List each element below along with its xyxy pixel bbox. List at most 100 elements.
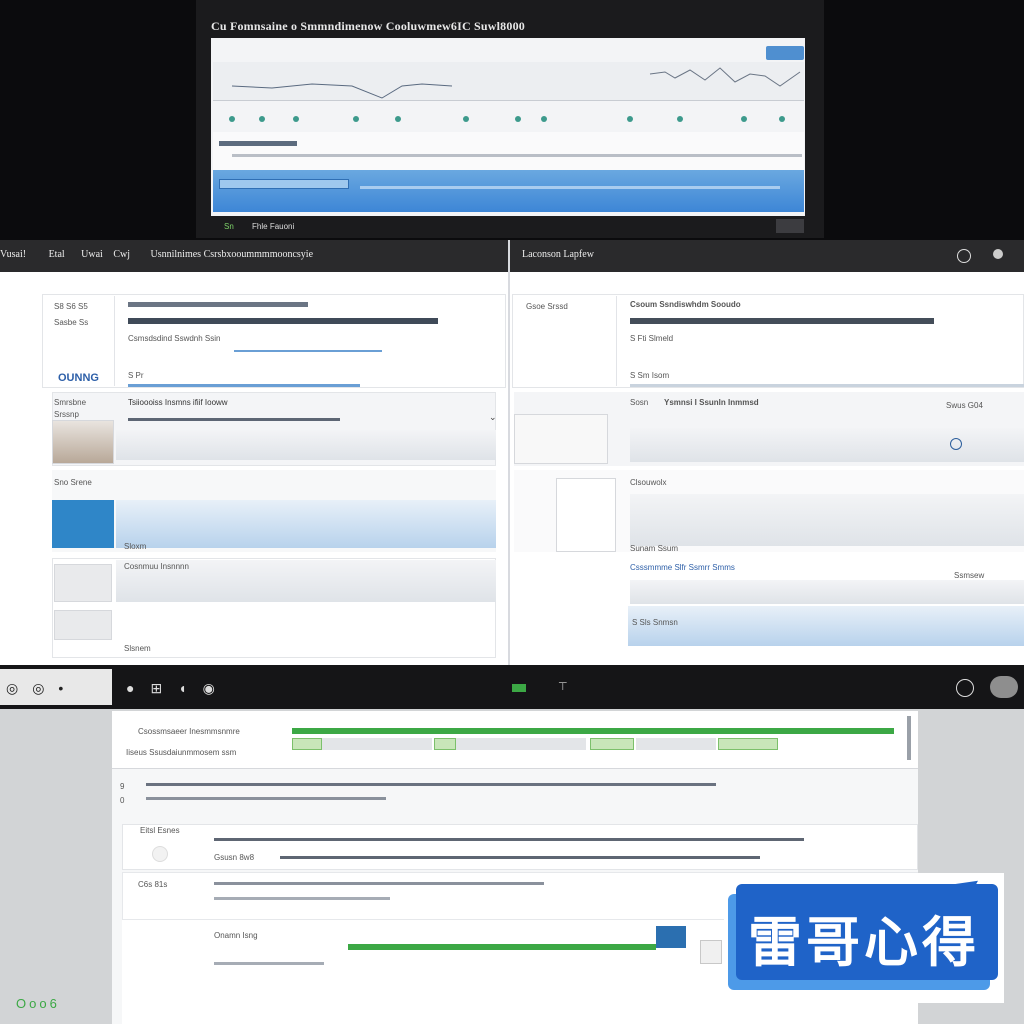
bottom-section-2-text-2	[214, 897, 390, 900]
toolbar-center-icon[interactable]: ⊤	[558, 680, 568, 693]
top-window-title: Cu Fomnsaine o Smmndimenow Cooluwmew6IC …	[211, 19, 525, 33]
left-row-2-sublabel: Srssnp	[54, 410, 79, 419]
tab-uwai[interactable]: Uwai	[81, 249, 103, 260]
panel-splitter[interactable]	[508, 240, 510, 665]
right-row-2-label: Sosn	[630, 398, 649, 407]
left-row-2-thumbnail	[52, 420, 114, 464]
top-status-button[interactable]	[776, 219, 804, 233]
left-row-4-text: Slsnem	[124, 644, 151, 653]
right-row-1[interactable]	[512, 294, 1024, 388]
top-text-line	[219, 141, 297, 146]
right-row-3-text: Sunam Ssum	[630, 544, 679, 553]
watermark-text: 雷哥心得	[748, 911, 980, 974]
bottom-row-number-2: 0	[120, 796, 125, 805]
left-row-2-text: Tsiioooiss Insmns ifiif Iooww	[128, 398, 228, 407]
toolbar-icons-left[interactable]: ◎◎•	[6, 680, 77, 697]
right-row-3-thumbnail	[556, 478, 616, 552]
bottom-indicator: Ooo6	[16, 996, 60, 1011]
right-row-2-band	[630, 428, 1024, 462]
left-row-1-badge: OUNNG	[58, 372, 99, 384]
bottom-field-2[interactable]	[456, 738, 586, 750]
left-row-2-label: Smrsbne	[54, 398, 87, 407]
bottom-chip-3[interactable]	[590, 738, 634, 750]
right-row-1-tag: S Sm Isom	[630, 371, 670, 380]
tab-cwj[interactable]: Cwj	[113, 249, 130, 260]
top-selected-row[interactable]	[213, 170, 804, 212]
toolbar-settings-icon[interactable]	[956, 679, 974, 697]
left-row-1-sublabel: Sasbe Ss	[54, 318, 89, 327]
bottom-section-3-progress	[348, 944, 656, 950]
bottom-chip-2[interactable]	[434, 738, 456, 750]
left-row-3-band	[116, 500, 496, 548]
toolbar-icons-mid[interactable]: ●⊞◖◉	[126, 680, 231, 697]
right-row-2-circle-icon[interactable]	[950, 438, 962, 450]
right-row-2-value: Swus G04	[946, 401, 983, 410]
bottom-section-1[interactable]	[122, 824, 918, 870]
right-row-4-selected[interactable]	[628, 606, 1024, 646]
bottom-header-left-2: Iiseus Ssusdaiunmmosem ssm	[126, 748, 237, 757]
bottom-section-3-text	[214, 962, 324, 965]
bottom-text-line	[146, 797, 386, 800]
left-row-2-line	[128, 418, 340, 421]
left-row-1-text	[128, 318, 438, 324]
top-status-right-text: Fhle Fauoni	[252, 222, 295, 231]
middle-right-title: Laconson Lapfew	[522, 249, 594, 260]
window-circle-icon[interactable]	[957, 249, 971, 263]
right-row-4-label: Csssmmme Slfr Ssmrr Smms	[630, 563, 735, 572]
tab-etal[interactable]: Etal	[49, 249, 65, 260]
bottom-section-3-icon-box[interactable]	[700, 940, 722, 964]
right-row-1-heading: Csoum Ssndiswhdm Sooudo	[630, 300, 741, 309]
right-row-1-underline	[630, 384, 1024, 387]
bottom-progress-bar	[292, 728, 894, 734]
top-marker-row	[229, 116, 785, 122]
top-text-area	[213, 132, 804, 170]
bottom-chip-4[interactable]	[718, 738, 778, 750]
bottom-scrollbar[interactable]	[907, 716, 911, 760]
bottom-chip-1[interactable]	[292, 738, 322, 750]
right-row-1-detail: S Fti Slmeld	[630, 334, 674, 343]
right-row-3-label: Clsouwolx	[630, 478, 667, 487]
bottom-section-3-badge	[656, 926, 686, 948]
left-row-4-label: Cosnmuu Insnnnn	[124, 562, 189, 571]
left-row-3-text: Sloxm	[124, 542, 147, 551]
left-row-4-thumbnail-2	[54, 610, 112, 640]
chevron-down-icon[interactable]: ⌄	[489, 412, 497, 423]
top-selected-text	[360, 186, 780, 189]
top-status-bar: Sn Fhle Fauoni	[224, 222, 294, 231]
bottom-section-1-label: Eitsl Esnes	[140, 826, 180, 835]
middle-window-tabs: Vusai! Etal Uwai Cwj Usnnilnimes Csrsbxo…	[0, 249, 313, 260]
left-col-divider	[114, 296, 115, 386]
left-row-2-band	[116, 430, 496, 460]
bottom-section-1-text	[214, 838, 804, 841]
left-row-3-label: Sno Srene	[54, 478, 92, 487]
left-row-1[interactable]	[42, 294, 506, 388]
top-action-button[interactable]	[766, 46, 804, 60]
top-status-left: Sn	[224, 222, 234, 231]
right-row-2-thumbnail	[514, 414, 608, 464]
right-row-1-text	[630, 318, 934, 324]
tab-vusai[interactable]: Vusai!	[0, 249, 26, 260]
bottom-section-1-avatar	[152, 846, 168, 862]
bottom-row-number-1: 9	[120, 782, 125, 791]
bottom-section-2-label: C6s 81s	[138, 880, 168, 889]
top-sparkline-right	[649, 67, 801, 87]
top-divider	[213, 100, 804, 101]
bottom-section-3-label: Onamn Isng	[214, 931, 258, 940]
left-row-1-progress	[234, 350, 382, 352]
left-row-3-thumbnail	[52, 500, 114, 548]
top-selected-label	[219, 179, 349, 189]
right-row-4-band	[630, 580, 1024, 604]
left-row-1-tag: S Pr	[128, 371, 144, 380]
middle-window-title: Usnnilnimes Csrsbxooummmmooncsyie	[150, 249, 314, 260]
right-row-4-value: Ssmsew	[954, 571, 985, 580]
left-row-1-label: S8 S6 S5	[54, 302, 88, 311]
toolbar-toggle-button[interactable]	[990, 676, 1018, 698]
bottom-text-line	[146, 783, 716, 786]
bottom-section-1-sub: Gsusn 8w8	[214, 853, 255, 862]
bottom-field-3[interactable]	[636, 738, 716, 750]
toolbar-status-indicator	[512, 684, 526, 692]
window-dot-icon[interactable]	[993, 249, 1003, 259]
bottom-field-1[interactable]	[322, 738, 432, 750]
top-text-line	[232, 154, 802, 157]
bottom-header-left: Csossmsaeer Inesmmsnmre	[138, 727, 240, 736]
